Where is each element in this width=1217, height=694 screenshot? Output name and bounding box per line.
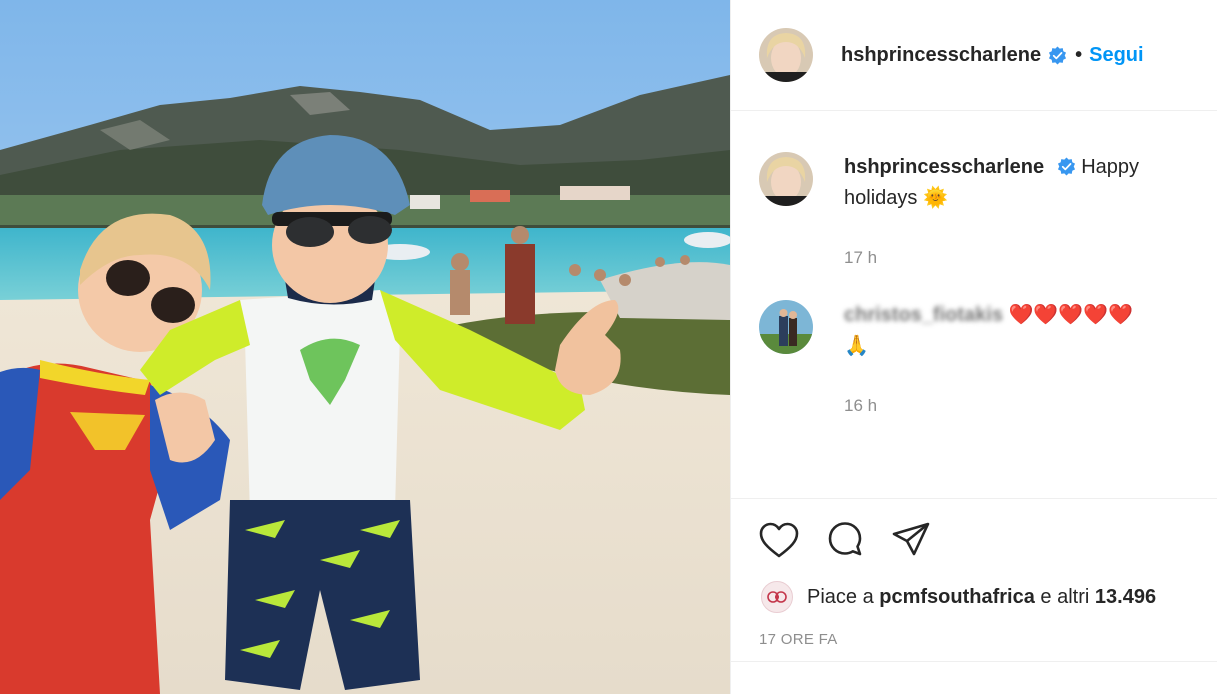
author-avatar[interactable]: [759, 28, 813, 82]
sun-emoji: 🌞: [922, 187, 948, 209]
verified-badge-icon: [1057, 157, 1075, 176]
heart-icon[interactable]: [757, 519, 801, 563]
comment-body: ❤️❤️❤️❤️❤️: [1008, 304, 1134, 326]
author-username[interactable]: hshprincesscharlene: [841, 44, 1041, 67]
comment-icon[interactable]: [823, 519, 867, 563]
comment-time[interactable]: 17 h: [844, 242, 1184, 273]
post-timestamp[interactable]: 17 ORE FA: [759, 631, 838, 648]
comment-time[interactable]: 16 h: [844, 390, 1184, 421]
post-header: hshprincesscharlene • Segui: [731, 0, 1217, 111]
verified-badge-icon: [1049, 45, 1067, 65]
follow-button[interactable]: Segui: [1089, 44, 1143, 67]
post-sidebar: hshprincesscharlene • Segui hshprincessc…: [730, 0, 1217, 694]
share-icon[interactable]: [889, 519, 933, 563]
liker-username[interactable]: pcmfsouthafrica: [879, 586, 1035, 609]
likes-suffix: e altri: [1034, 585, 1095, 608]
post-actions: Piace a pcmfsouthafrica e altri 13.496 1…: [731, 498, 1217, 662]
commenter-avatar[interactable]: [759, 300, 813, 354]
caption-comment: hshprincesscharlene Happy holidays 🌞 17 …: [759, 152, 1184, 273]
comment-username[interactable]: christos_fiotakis: [844, 300, 1003, 331]
author-avatar[interactable]: [759, 152, 813, 206]
action-icons: [757, 519, 933, 563]
pray-emoji: 🙏: [844, 335, 869, 357]
comment-text: christos_fiotakis ❤️❤️❤️❤️❤️ 🙏: [844, 300, 1184, 362]
comment-username[interactable]: hshprincesscharlene: [844, 156, 1044, 178]
liker-avatar[interactable]: [761, 581, 793, 613]
comments-list: hshprincesscharlene Happy holidays 🌞 17 …: [731, 112, 1217, 498]
likes-prefix: Piace a: [807, 585, 880, 608]
separator-dot: •: [1075, 43, 1083, 66]
comment-text: hshprincesscharlene Happy holidays 🌞: [844, 152, 1184, 214]
likes-summary: Piace a pcmfsouthafrica e altri 13.496: [761, 581, 1156, 613]
likes-count[interactable]: 13.496: [1095, 586, 1156, 609]
post-photo: [0, 0, 730, 694]
comment: christos_fiotakis ❤️❤️❤️❤️❤️ 🙏 16 h: [759, 300, 1184, 421]
